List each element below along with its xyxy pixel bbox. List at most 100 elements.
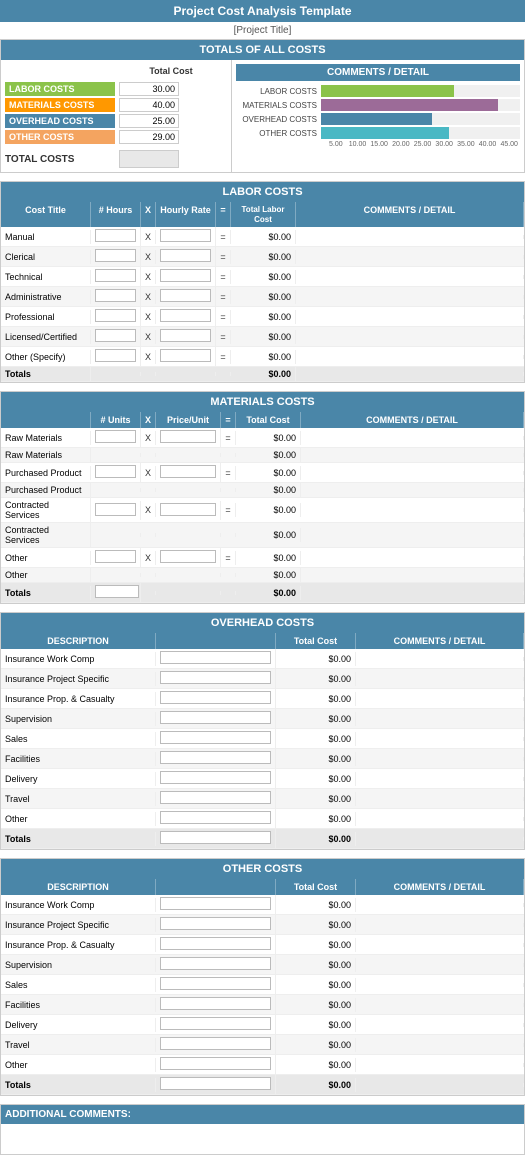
x-symbol: X xyxy=(141,250,156,264)
labor-value[interactable]: 30.00 xyxy=(119,82,179,96)
mat-units-input[interactable] xyxy=(95,465,136,478)
x-symbol: X xyxy=(141,230,156,244)
other-input[interactable] xyxy=(160,1037,271,1050)
mat-row-title: Raw Materials xyxy=(1,431,91,445)
labor-col-total: Total Labor Cost xyxy=(231,202,296,227)
overhead-value[interactable]: 25.00 xyxy=(119,114,179,128)
ov-col-input xyxy=(156,633,276,649)
eq-symbol: = xyxy=(221,503,236,517)
axis-label: 20.00 xyxy=(390,141,412,148)
axis-label: 45.00 xyxy=(498,141,520,148)
other-row-dollar: $0.00 xyxy=(276,918,356,932)
other-value[interactable]: 29.00 xyxy=(119,130,179,144)
other-input[interactable] xyxy=(160,917,271,930)
labor-row-title: Technical xyxy=(1,270,91,284)
mat-row-title: Raw Materials xyxy=(1,448,91,462)
overhead-totals-label: Totals xyxy=(1,832,156,846)
mat-price-input[interactable] xyxy=(160,430,216,443)
mat-col-total: Total Cost xyxy=(236,412,301,428)
labor-totals-value: $0.00 xyxy=(231,367,296,381)
ov-row-title: Facilities xyxy=(1,752,156,766)
mat-row-title: Other xyxy=(1,551,91,565)
labor-rate-input[interactable] xyxy=(160,229,211,242)
ov-row-dollar: $0.00 xyxy=(276,712,356,726)
materials-totals-input[interactable] xyxy=(95,585,139,598)
bar-row: OVERHEAD COSTS xyxy=(236,113,520,125)
ov-input[interactable] xyxy=(160,791,271,804)
other-data-row: Insurance Work Comp $0.00 xyxy=(1,895,524,915)
totals-left-panel: Total Cost LABOR COSTS 30.00 MATERIALS C… xyxy=(1,60,231,172)
other-input[interactable] xyxy=(160,1017,271,1030)
mat-row-dollar: $0.00 xyxy=(236,448,301,462)
labor-hours-input[interactable] xyxy=(95,329,136,342)
mat-units-input[interactable] xyxy=(95,550,136,563)
ov-col-desc: DESCRIPTION xyxy=(1,633,156,649)
total-costs-value[interactable] xyxy=(119,150,179,168)
axis-label: 30.00 xyxy=(433,141,455,148)
totals-chart-panel: COMMENTS / DETAIL LABOR COSTSMATERIALS C… xyxy=(231,60,524,172)
labor-rate-input[interactable] xyxy=(160,309,211,322)
materials-data-row: Other X = $0.00 xyxy=(1,548,524,568)
ov-input[interactable] xyxy=(160,711,271,724)
additional-comments-body[interactable] xyxy=(1,1124,524,1154)
labor-rate-input[interactable] xyxy=(160,249,211,262)
labor-hours-input[interactable] xyxy=(95,309,136,322)
labor-row-title: Other (Specify) xyxy=(1,350,91,364)
mat-units-input[interactable] xyxy=(95,430,136,443)
other-input[interactable] xyxy=(160,957,271,970)
labor-rate-input[interactable] xyxy=(160,349,211,362)
ov-input[interactable] xyxy=(160,691,271,704)
mat-price-input[interactable] xyxy=(160,503,216,516)
labor-data-row: Other (Specify) X = $0.00 xyxy=(1,347,524,367)
overhead-totals-input[interactable] xyxy=(160,831,271,844)
materials-value[interactable]: 40.00 xyxy=(119,98,179,112)
mat-col-price: Price/Unit xyxy=(156,412,221,428)
mat-price-input[interactable] xyxy=(160,465,216,478)
labor-rate-input[interactable] xyxy=(160,269,211,282)
materials-data-row: Raw Materials $0.00 xyxy=(1,448,524,463)
labor-data-row: Manual X = $0.00 xyxy=(1,227,524,247)
other-input[interactable] xyxy=(160,997,271,1010)
labor-hours-input[interactable] xyxy=(95,229,136,242)
ov-input[interactable] xyxy=(160,651,271,664)
ov-input[interactable] xyxy=(160,751,271,764)
ov-row-dollar: $0.00 xyxy=(276,732,356,746)
labor-rate-input[interactable] xyxy=(160,329,211,342)
bar-row: MATERIALS COSTS xyxy=(236,99,520,111)
labor-rows: Manual X = $0.00 Clerical X = $0.00 Tech… xyxy=(1,227,524,367)
bar-track xyxy=(321,99,520,111)
overhead-totals-value: $0.00 xyxy=(276,832,356,846)
axis-label: 35.00 xyxy=(455,141,477,148)
overhead-col-headers: DESCRIPTION Total Cost COMMENTS / DETAIL xyxy=(1,633,524,649)
labor-hours-input[interactable] xyxy=(95,249,136,262)
bar-track xyxy=(321,85,520,97)
other-section: OTHER COSTS DESCRIPTION Total Cost COMME… xyxy=(0,858,525,1096)
labor-hours-input[interactable] xyxy=(95,289,136,302)
bar-chart: LABOR COSTSMATERIALS COSTSOVERHEAD COSTS… xyxy=(236,85,520,148)
labor-hours-input[interactable] xyxy=(95,269,136,282)
overhead-data-row: Insurance Prop. & Casualty $0.00 xyxy=(1,689,524,709)
other-data-row: Sales $0.00 xyxy=(1,975,524,995)
labor-row-dollar: $0.00 xyxy=(231,310,296,324)
ov-input[interactable] xyxy=(160,771,271,784)
page-title: Project Cost Analysis Template xyxy=(0,0,525,22)
mat-price-input[interactable] xyxy=(160,550,216,563)
mat-units-input[interactable] xyxy=(95,503,136,516)
ov-input[interactable] xyxy=(160,731,271,744)
other-totals-row: Totals $0.00 xyxy=(1,1075,524,1095)
overhead-data-row: Insurance Work Comp $0.00 xyxy=(1,649,524,669)
ov-row-title: Insurance Prop. & Casualty xyxy=(1,692,156,706)
other-row-title: Sales xyxy=(1,978,156,992)
other-input[interactable] xyxy=(160,937,271,950)
labor-data-row: Professional X = $0.00 xyxy=(1,307,524,327)
labor-rate-input[interactable] xyxy=(160,289,211,302)
other-input[interactable] xyxy=(160,897,271,910)
other-input[interactable] xyxy=(160,1057,271,1070)
ov-input[interactable] xyxy=(160,811,271,824)
other-col-comments: COMMENTS / DETAIL xyxy=(356,879,524,895)
labor-hours-input[interactable] xyxy=(95,349,136,362)
overhead-section-header: OVERHEAD COSTS xyxy=(1,613,524,633)
other-input[interactable] xyxy=(160,977,271,990)
ov-input[interactable] xyxy=(160,671,271,684)
other-totals-input[interactable] xyxy=(160,1077,271,1090)
